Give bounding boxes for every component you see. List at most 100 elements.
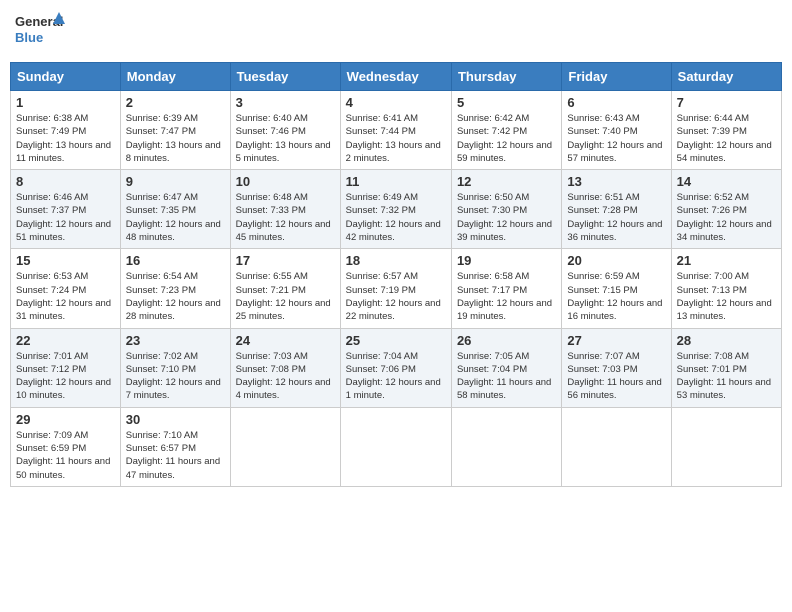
page-header: General Blue [10, 10, 782, 52]
day-number: 2 [126, 95, 225, 110]
calendar-cell [230, 407, 340, 486]
day-number: 7 [677, 95, 776, 110]
calendar-cell: 18 Sunrise: 6:57 AMSunset: 7:19 PMDaylig… [340, 249, 451, 328]
day-info: Sunrise: 6:40 AMSunset: 7:46 PMDaylight:… [236, 112, 335, 165]
calendar-cell: 28 Sunrise: 7:08 AMSunset: 7:01 PMDaylig… [671, 328, 781, 407]
calendar-table: SundayMondayTuesdayWednesdayThursdayFrid… [10, 62, 782, 487]
day-number: 12 [457, 174, 556, 189]
calendar-cell: 1 Sunrise: 6:38 AMSunset: 7:49 PMDayligh… [11, 91, 121, 170]
calendar-cell: 30 Sunrise: 7:10 AMSunset: 6:57 PMDaylig… [120, 407, 230, 486]
day-info: Sunrise: 7:07 AMSunset: 7:03 PMDaylight:… [567, 350, 665, 403]
calendar-cell: 17 Sunrise: 6:55 AMSunset: 7:21 PMDaylig… [230, 249, 340, 328]
calendar-cell: 29 Sunrise: 7:09 AMSunset: 6:59 PMDaylig… [11, 407, 121, 486]
day-number: 6 [567, 95, 665, 110]
day-info: Sunrise: 6:55 AMSunset: 7:21 PMDaylight:… [236, 270, 335, 323]
col-header-sunday: Sunday [11, 63, 121, 91]
col-header-saturday: Saturday [671, 63, 781, 91]
day-number: 27 [567, 333, 665, 348]
day-info: Sunrise: 6:39 AMSunset: 7:47 PMDaylight:… [126, 112, 225, 165]
day-number: 22 [16, 333, 115, 348]
day-number: 14 [677, 174, 776, 189]
week-row-4: 22 Sunrise: 7:01 AMSunset: 7:12 PMDaylig… [11, 328, 782, 407]
calendar-cell: 12 Sunrise: 6:50 AMSunset: 7:30 PMDaylig… [451, 170, 561, 249]
day-info: Sunrise: 7:05 AMSunset: 7:04 PMDaylight:… [457, 350, 556, 403]
calendar-cell: 20 Sunrise: 6:59 AMSunset: 7:15 PMDaylig… [562, 249, 671, 328]
day-number: 17 [236, 253, 335, 268]
day-info: Sunrise: 7:01 AMSunset: 7:12 PMDaylight:… [16, 350, 115, 403]
col-header-thursday: Thursday [451, 63, 561, 91]
calendar-cell: 8 Sunrise: 6:46 AMSunset: 7:37 PMDayligh… [11, 170, 121, 249]
calendar-cell: 14 Sunrise: 6:52 AMSunset: 7:26 PMDaylig… [671, 170, 781, 249]
calendar-cell: 26 Sunrise: 7:05 AMSunset: 7:04 PMDaylig… [451, 328, 561, 407]
day-info: Sunrise: 6:47 AMSunset: 7:35 PMDaylight:… [126, 191, 225, 244]
day-number: 19 [457, 253, 556, 268]
calendar-cell [451, 407, 561, 486]
day-number: 5 [457, 95, 556, 110]
day-number: 26 [457, 333, 556, 348]
day-number: 1 [16, 95, 115, 110]
calendar-cell: 19 Sunrise: 6:58 AMSunset: 7:17 PMDaylig… [451, 249, 561, 328]
day-number: 15 [16, 253, 115, 268]
col-header-wednesday: Wednesday [340, 63, 451, 91]
day-number: 8 [16, 174, 115, 189]
day-info: Sunrise: 7:04 AMSunset: 7:06 PMDaylight:… [346, 350, 446, 403]
day-number: 23 [126, 333, 225, 348]
day-info: Sunrise: 7:00 AMSunset: 7:13 PMDaylight:… [677, 270, 776, 323]
day-info: Sunrise: 6:51 AMSunset: 7:28 PMDaylight:… [567, 191, 665, 244]
day-number: 25 [346, 333, 446, 348]
calendar-cell [671, 407, 781, 486]
calendar-cell: 23 Sunrise: 7:02 AMSunset: 7:10 PMDaylig… [120, 328, 230, 407]
day-info: Sunrise: 7:09 AMSunset: 6:59 PMDaylight:… [16, 429, 115, 482]
day-number: 24 [236, 333, 335, 348]
day-info: Sunrise: 6:41 AMSunset: 7:44 PMDaylight:… [346, 112, 446, 165]
day-info: Sunrise: 6:43 AMSunset: 7:40 PMDaylight:… [567, 112, 665, 165]
day-number: 11 [346, 174, 446, 189]
calendar-cell: 22 Sunrise: 7:01 AMSunset: 7:12 PMDaylig… [11, 328, 121, 407]
day-number: 4 [346, 95, 446, 110]
calendar-cell: 24 Sunrise: 7:03 AMSunset: 7:08 PMDaylig… [230, 328, 340, 407]
calendar-cell: 4 Sunrise: 6:41 AMSunset: 7:44 PMDayligh… [340, 91, 451, 170]
day-number: 10 [236, 174, 335, 189]
calendar-header-row: SundayMondayTuesdayWednesdayThursdayFrid… [11, 63, 782, 91]
col-header-monday: Monday [120, 63, 230, 91]
calendar-cell: 13 Sunrise: 6:51 AMSunset: 7:28 PMDaylig… [562, 170, 671, 249]
day-info: Sunrise: 6:59 AMSunset: 7:15 PMDaylight:… [567, 270, 665, 323]
day-info: Sunrise: 7:08 AMSunset: 7:01 PMDaylight:… [677, 350, 776, 403]
calendar-cell: 9 Sunrise: 6:47 AMSunset: 7:35 PMDayligh… [120, 170, 230, 249]
week-row-1: 1 Sunrise: 6:38 AMSunset: 7:49 PMDayligh… [11, 91, 782, 170]
day-info: Sunrise: 6:53 AMSunset: 7:24 PMDaylight:… [16, 270, 115, 323]
svg-text:Blue: Blue [15, 30, 43, 45]
col-header-tuesday: Tuesday [230, 63, 340, 91]
day-number: 28 [677, 333, 776, 348]
calendar-cell: 11 Sunrise: 6:49 AMSunset: 7:32 PMDaylig… [340, 170, 451, 249]
calendar-cell [340, 407, 451, 486]
day-number: 29 [16, 412, 115, 427]
calendar-cell: 6 Sunrise: 6:43 AMSunset: 7:40 PMDayligh… [562, 91, 671, 170]
calendar-cell [562, 407, 671, 486]
week-row-2: 8 Sunrise: 6:46 AMSunset: 7:37 PMDayligh… [11, 170, 782, 249]
day-info: Sunrise: 7:02 AMSunset: 7:10 PMDaylight:… [126, 350, 225, 403]
day-number: 3 [236, 95, 335, 110]
week-row-5: 29 Sunrise: 7:09 AMSunset: 6:59 PMDaylig… [11, 407, 782, 486]
day-info: Sunrise: 6:49 AMSunset: 7:32 PMDaylight:… [346, 191, 446, 244]
day-info: Sunrise: 6:46 AMSunset: 7:37 PMDaylight:… [16, 191, 115, 244]
calendar-cell: 25 Sunrise: 7:04 AMSunset: 7:06 PMDaylig… [340, 328, 451, 407]
day-info: Sunrise: 6:52 AMSunset: 7:26 PMDaylight:… [677, 191, 776, 244]
col-header-friday: Friday [562, 63, 671, 91]
calendar-cell: 21 Sunrise: 7:00 AMSunset: 7:13 PMDaylig… [671, 249, 781, 328]
day-info: Sunrise: 6:54 AMSunset: 7:23 PMDaylight:… [126, 270, 225, 323]
calendar-cell: 16 Sunrise: 6:54 AMSunset: 7:23 PMDaylig… [120, 249, 230, 328]
day-number: 13 [567, 174, 665, 189]
day-info: Sunrise: 6:48 AMSunset: 7:33 PMDaylight:… [236, 191, 335, 244]
day-number: 21 [677, 253, 776, 268]
calendar-cell: 7 Sunrise: 6:44 AMSunset: 7:39 PMDayligh… [671, 91, 781, 170]
calendar-cell: 3 Sunrise: 6:40 AMSunset: 7:46 PMDayligh… [230, 91, 340, 170]
day-number: 16 [126, 253, 225, 268]
day-number: 9 [126, 174, 225, 189]
week-row-3: 15 Sunrise: 6:53 AMSunset: 7:24 PMDaylig… [11, 249, 782, 328]
logo: General Blue [15, 10, 65, 52]
logo-svg: General Blue [15, 10, 65, 52]
calendar-cell: 10 Sunrise: 6:48 AMSunset: 7:33 PMDaylig… [230, 170, 340, 249]
day-info: Sunrise: 6:50 AMSunset: 7:30 PMDaylight:… [457, 191, 556, 244]
day-info: Sunrise: 6:42 AMSunset: 7:42 PMDaylight:… [457, 112, 556, 165]
